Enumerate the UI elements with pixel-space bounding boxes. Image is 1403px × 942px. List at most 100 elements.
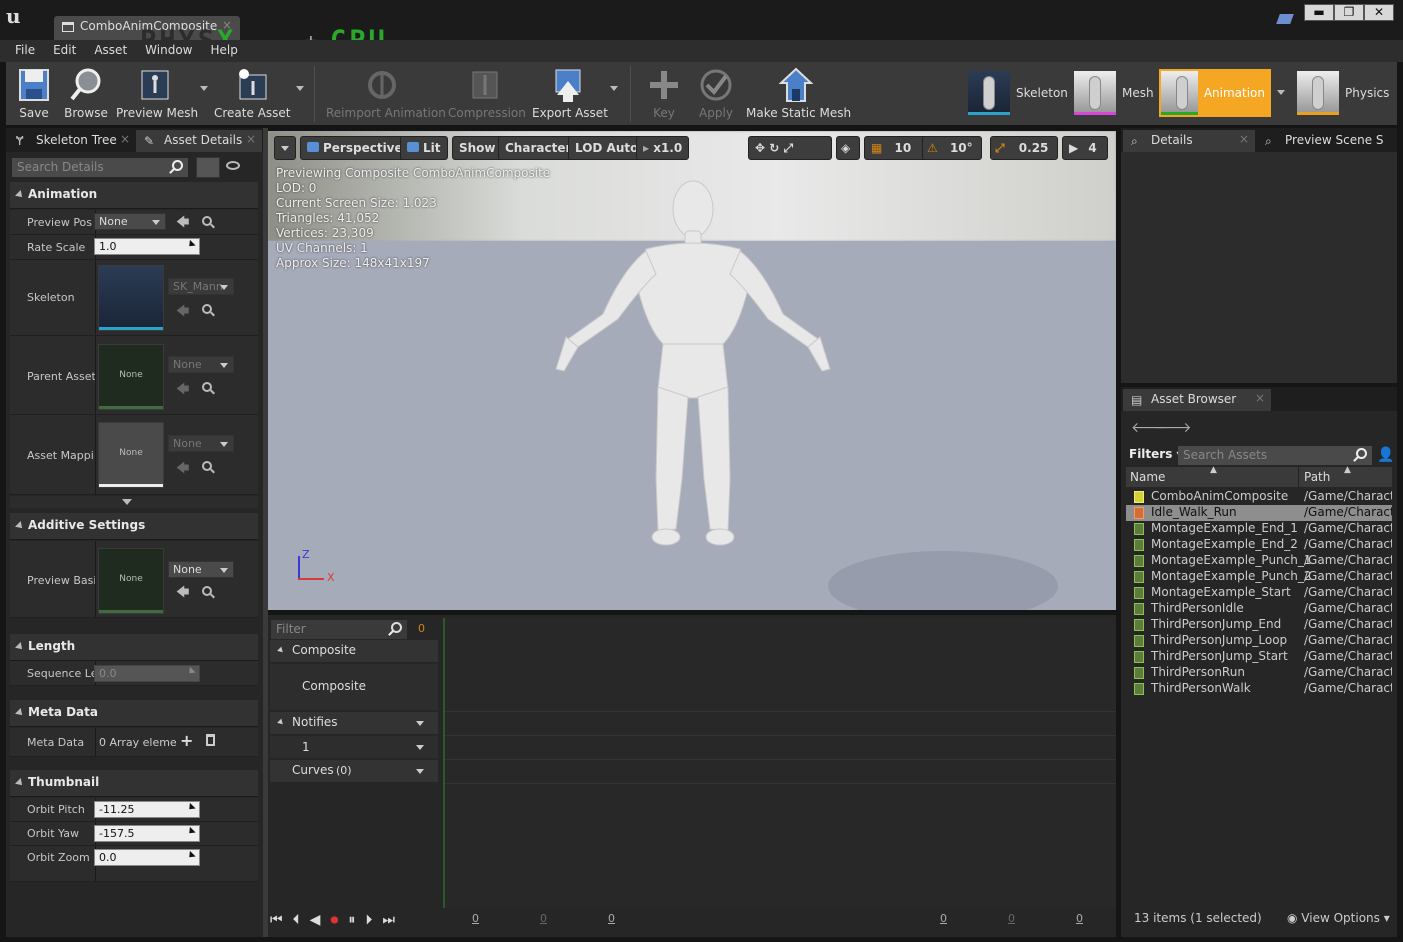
lod-button[interactable]: LOD Auto — [568, 136, 646, 160]
use-selected-arrow-icon[interactable]: 🡄 — [176, 459, 189, 481]
tab-details[interactable]: ⌕ Details × — [1123, 130, 1255, 152]
close-tab-icon[interactable]: × — [1239, 132, 1249, 146]
animation-mode-dropdown-icon[interactable] — [1277, 90, 1285, 95]
add-element-icon[interactable]: + — [180, 731, 193, 750]
rate-scale-input[interactable]: 1.0 — [94, 238, 200, 255]
source-control-icon[interactable] — [1276, 14, 1294, 24]
menu-help[interactable]: Help — [201, 40, 246, 62]
asset-row[interactable]: ThirdPersonJump_Start/Game/Charact — [1126, 649, 1392, 665]
use-selected-arrow-icon[interactable]: 🡄 — [176, 583, 189, 605]
create-asset-button[interactable]: Create Asset — [214, 62, 304, 125]
eye-icon[interactable] — [226, 161, 240, 170]
length-category[interactable]: Length — [10, 634, 258, 661]
asset-row[interactable]: MontageExample_Start/Game/Charact — [1126, 585, 1392, 601]
asset-mapping-thumbnail[interactable]: None — [98, 422, 164, 488]
asset-row[interactable]: ComboAnimComposite/Game/Charact — [1126, 489, 1392, 505]
asset-row[interactable]: ThirdPersonJump_Loop/Game/Charact — [1126, 633, 1392, 649]
make-static-mesh-button[interactable]: Make Static Mesh — [746, 62, 851, 125]
compression-button[interactable]: Compression — [448, 62, 526, 125]
additive-settings-category[interactable]: Additive Settings — [10, 513, 258, 540]
chevron-down-icon[interactable] — [416, 721, 424, 726]
menu-file[interactable]: File — [6, 40, 44, 62]
maximize-button[interactable]: ❐ — [1334, 4, 1364, 21]
step-forward-icon[interactable]: ⏵ — [365, 912, 372, 928]
thumbnail-category[interactable]: Thumbnail — [10, 770, 258, 797]
view-options-button[interactable]: ◉ View Options ▾ — [1287, 911, 1390, 925]
view-list-icon[interactable] — [196, 157, 220, 178]
close-tab-icon[interactable]: × — [246, 132, 256, 146]
preview-base-combo[interactable]: None — [168, 561, 234, 578]
save-button[interactable]: Save — [10, 62, 58, 125]
animation-category[interactable]: Animation — [10, 182, 258, 209]
orbit-zoom-input[interactable]: 0.0 — [94, 849, 200, 866]
menu-edit[interactable]: Edit — [44, 40, 85, 62]
tab-asset-browser[interactable]: ▤ Asset Browser × — [1123, 389, 1271, 411]
browse-search-icon[interactable] — [202, 216, 212, 226]
notify-track[interactable]: 1 — [270, 736, 438, 758]
record-icon[interactable]: ⏺ — [330, 910, 338, 930]
composite-header[interactable]: Composite — [270, 640, 438, 662]
menu-asset[interactable]: Asset — [85, 40, 136, 62]
mode-skeleton[interactable]: Skeleton — [968, 69, 1068, 117]
orbit-yaw-input[interactable]: -157.5 — [94, 825, 200, 842]
preview-base-thumbnail[interactable]: None — [98, 548, 164, 614]
asset-row[interactable]: MontageExample_End_1/Game/Charact — [1126, 521, 1392, 537]
key-button[interactable]: Key — [646, 62, 682, 125]
asset-row[interactable]: Idle_Walk_Run/Game/Charact — [1126, 505, 1392, 521]
chevron-down-icon[interactable] — [416, 745, 424, 750]
orbit-pitch-input[interactable]: -11.25 — [94, 801, 200, 818]
browse-search-icon[interactable] — [202, 586, 212, 596]
world-local-button[interactable]: ◈ — [836, 136, 860, 160]
play-reverse-icon[interactable]: ◀ — [310, 912, 321, 928]
transform-tools[interactable]: ✥ ↻ ⤢ — [748, 136, 832, 160]
asset-row[interactable]: MontageExample_Punch_1/Game/Charact — [1126, 553, 1392, 569]
show-button[interactable]: Show — [452, 136, 503, 160]
browse-search-icon[interactable] — [202, 382, 212, 392]
lit-button[interactable]: Lit — [400, 136, 448, 160]
asset-mapping-combo[interactable]: None — [168, 435, 234, 452]
camera-speed-button[interactable]: ▶ 4 — [1062, 136, 1108, 160]
column-name[interactable]: Name — [1130, 470, 1165, 484]
browse-search-icon[interactable] — [202, 461, 212, 471]
composite-track[interactable]: Composite — [270, 664, 438, 710]
preview-mesh-button[interactable]: Preview Mesh — [116, 62, 208, 125]
perspective-button[interactable]: Perspective — [300, 136, 410, 160]
search-assets-input[interactable]: Search Assets — [1178, 446, 1372, 465]
scale-snap-button[interactable]: ⤢ 0.25 — [990, 136, 1058, 160]
viewport-options-button[interactable] — [274, 136, 296, 160]
playback-speed-button[interactable]: ▸ x1.0 — [636, 136, 690, 160]
mode-animation[interactable]: Animation — [1159, 69, 1271, 117]
character-button[interactable]: Character — [498, 136, 579, 160]
use-selected-arrow-icon[interactable]: 🡄 — [176, 380, 189, 402]
rotation-snap-button[interactable]: ⚠ 10° — [922, 136, 982, 160]
menu-window[interactable]: Window — [136, 40, 201, 62]
close-tab-icon[interactable]: × — [120, 132, 130, 146]
skip-to-end-icon[interactable]: ⏭ — [382, 912, 395, 928]
use-selected-arrow-icon[interactable]: 🡄 — [176, 213, 189, 235]
forward-arrow-icon[interactable]: 🡒 — [1154, 419, 1192, 436]
reimport-animation-button[interactable]: Reimport Animation — [326, 62, 446, 125]
create-asset-dropdown-icon[interactable] — [296, 86, 304, 91]
asset-row[interactable]: MontageExample_Punch_2/Game/Charact — [1126, 569, 1392, 585]
user-icon[interactable]: 👤 — [1377, 447, 1394, 463]
asset-row[interactable]: ThirdPersonRun/Game/Charact — [1126, 665, 1392, 681]
export-dropdown-icon[interactable] — [610, 86, 618, 91]
step-back-icon[interactable]: ⏴ — [293, 912, 300, 928]
mode-physics[interactable]: Physics — [1297, 69, 1389, 117]
skeleton-thumbnail[interactable] — [98, 265, 164, 331]
browse-search-icon[interactable] — [202, 304, 212, 314]
asset-row[interactable]: ThirdPersonWalk/Game/Charact — [1126, 681, 1392, 697]
minimize-button[interactable]: ▬ — [1304, 4, 1334, 21]
apply-button[interactable]: Apply — [696, 62, 736, 125]
curves-header[interactable]: Curves (0) — [270, 760, 438, 782]
filter-input[interactable]: Filter — [271, 620, 407, 639]
sequence-length-input[interactable]: 0.0 — [94, 665, 200, 682]
timeline-area[interactable] — [443, 618, 1116, 908]
parent-asset-thumbnail[interactable]: None — [98, 344, 164, 410]
chevron-down-icon[interactable] — [416, 769, 424, 774]
tab-asset-details[interactable]: ✎ Asset Details × — [136, 130, 262, 152]
close-tab-icon[interactable]: × — [1255, 391, 1265, 405]
asset-row[interactable]: ThirdPersonJump_End/Game/Charact — [1126, 617, 1392, 633]
filters-button[interactable]: Filters ▾ — [1129, 447, 1183, 461]
tab-preview-scene[interactable]: ⌕ Preview Scene S — [1257, 130, 1393, 152]
